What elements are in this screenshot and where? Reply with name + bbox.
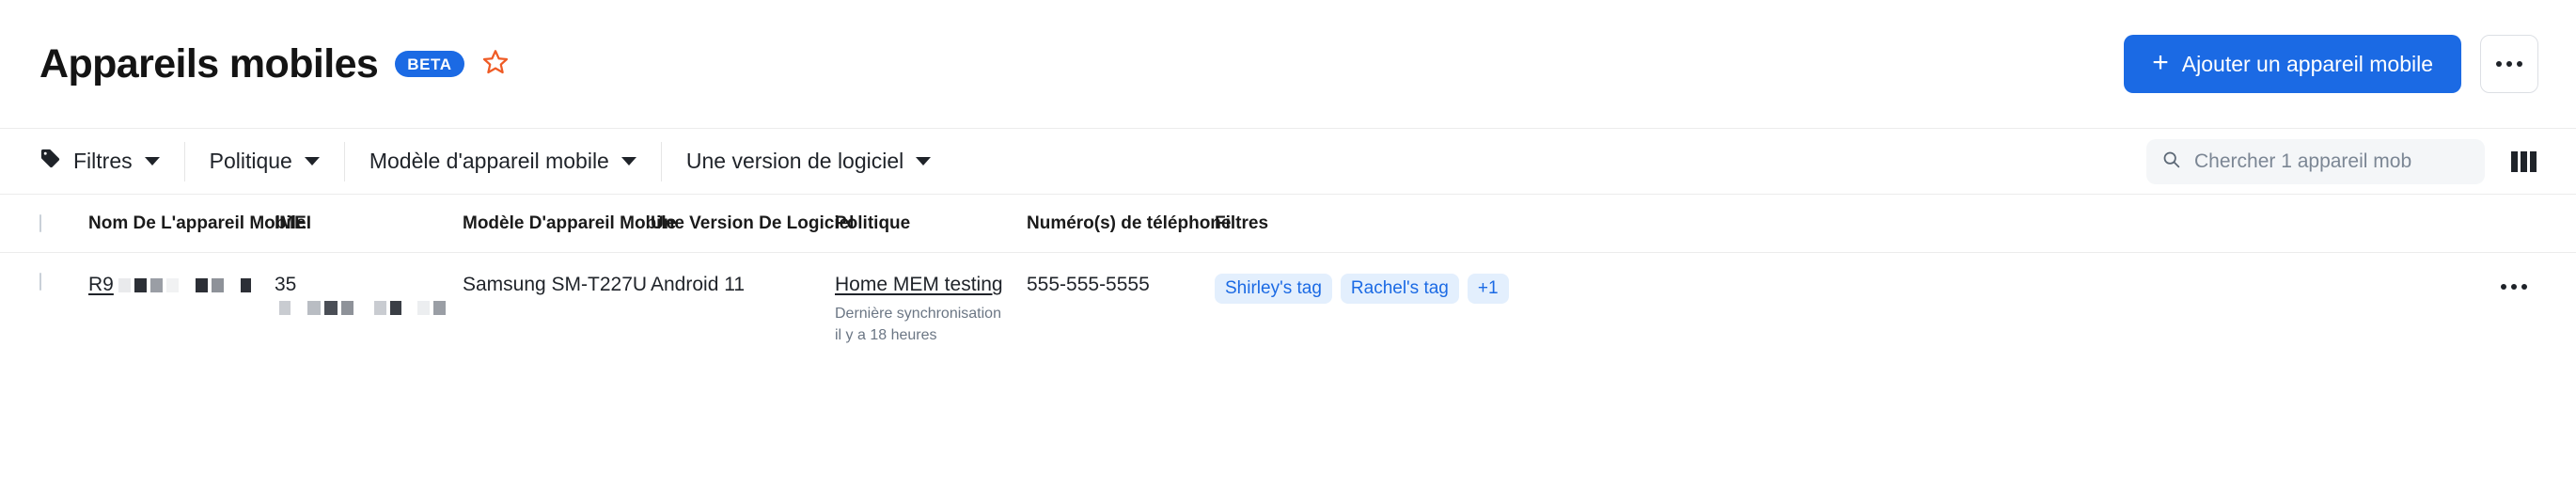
plus-icon: + [2152, 47, 2169, 78]
cell-model: Samsung SM-T227U [463, 274, 648, 295]
title-group: Appareils mobiles BETA [39, 41, 510, 87]
redacted-imei-blocks [279, 300, 446, 315]
chevron-down-icon [304, 157, 320, 165]
cell-tags: Shirley's tag Rachel's tag +1 [1215, 274, 2486, 304]
search-box[interactable] [2146, 138, 2485, 184]
select-all-checkbox[interactable] [39, 213, 41, 232]
filter-button-modele-appareil[interactable]: Modèle d'appareil mobile [345, 142, 661, 181]
cell-software-version: Android 11 [651, 274, 746, 295]
filter-bar-right [2146, 138, 2542, 184]
select-all-cell [39, 213, 88, 232]
search-input[interactable] [2194, 150, 2470, 173]
column-header-filters: Filtres [1215, 213, 1269, 233]
add-mobile-device-label: Ajouter un appareil mobile [2181, 51, 2433, 76]
search-icon [2161, 150, 2181, 174]
chevron-down-icon [144, 157, 160, 165]
ellipsis-icon [2501, 284, 2527, 290]
filter-bar: Filtres Politique Modèle d'appareil mobi… [0, 128, 2576, 194]
columns-icon[interactable] [2505, 146, 2542, 178]
header-overflow-button[interactable] [2480, 35, 2538, 93]
policy-link[interactable]: Home MEM testing [835, 274, 1003, 295]
filter-button-version-logiciel[interactable]: Une version de logiciel [662, 142, 955, 181]
add-mobile-device-button[interactable]: + Ajouter un appareil mobile [2124, 35, 2461, 93]
device-name-link[interactable]: R9 [88, 274, 114, 295]
row-select-cell [39, 273, 88, 291]
column-header-os: Une Version De Logiciel [651, 213, 855, 233]
column-header-imei: IMEI [275, 213, 312, 233]
row-overflow-button[interactable] [2501, 274, 2527, 294]
last-sync-text: Dernière synchronisation il y a 18 heure… [835, 306, 1001, 344]
chevron-down-icon [916, 157, 932, 165]
cell-policy: Home MEM testing Dernière synchronisatio… [835, 274, 1027, 346]
page-title: Appareils mobiles [39, 40, 379, 87]
imei-value: 35 [275, 274, 297, 295]
tag-list: Shirley's tag Rachel's tag +1 [1215, 274, 2486, 304]
tag-pill[interactable]: Shirley's tag [1215, 274, 1332, 304]
column-header-model: Modèle D'appareil Mobile [463, 213, 677, 233]
filter-label-version-logiciel: Une version de logiciel [685, 149, 904, 173]
devices-table: Nom De L'appareil Mobile IMEI Modèle D'a… [0, 194, 2576, 367]
table-row[interactable]: R9 35 Samsung SM-T227U Android 11 Home M… [0, 253, 2576, 367]
redacted-name-blocks [118, 277, 251, 292]
tag-icon [39, 148, 61, 175]
tag-pill[interactable]: Rachel's tag [1340, 274, 1459, 304]
row-select-checkbox[interactable] [39, 273, 41, 291]
table-header-row: Nom De L'appareil Mobile IMEI Modèle D'a… [0, 195, 2576, 253]
filter-label-modele-appareil: Modèle d'appareil mobile [369, 149, 609, 173]
page-header: Appareils mobiles BETA + Ajouter un appa… [0, 0, 2576, 128]
filter-button-filtres[interactable]: Filtres [39, 142, 184, 181]
cell-row-menu [2486, 274, 2542, 294]
cell-phone: 555-555-5555 [1027, 274, 1150, 295]
tag-overflow-pill[interactable]: +1 [1467, 274, 1509, 304]
ellipsis-icon [2496, 61, 2522, 67]
filter-button-politique[interactable]: Politique [185, 142, 344, 181]
filter-controls: Filtres Politique Modèle d'appareil mobi… [39, 129, 955, 194]
filter-label-filtres: Filtres [73, 149, 133, 173]
filter-label-politique: Politique [209, 149, 292, 173]
header-actions: + Ajouter un appareil mobile [2124, 35, 2538, 93]
cell-device-name: R9 [88, 274, 275, 296]
chevron-down-icon [620, 157, 636, 165]
column-header-phone: Numéro(s) de téléphone [1027, 213, 1232, 233]
cell-imei: 35 [275, 274, 463, 319]
column-header-policy: Politique [835, 213, 911, 233]
column-header-name: Nom De L'appareil Mobile [88, 213, 306, 233]
status-badge: BETA [395, 51, 464, 77]
star-icon[interactable] [481, 48, 510, 81]
